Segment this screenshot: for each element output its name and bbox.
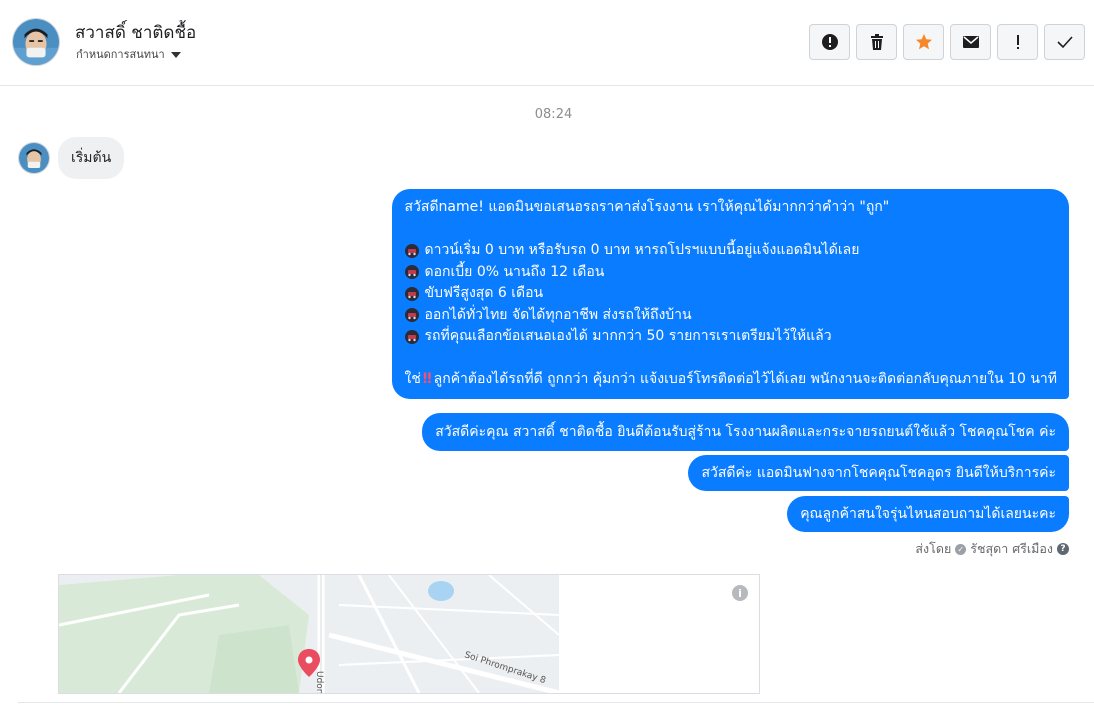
message-line: ขับฟรีสูงสุด 6 เดือน bbox=[404, 283, 1057, 305]
location-map-card[interactable]: Soi Phromprakay 8 Udon i bbox=[58, 574, 760, 694]
message-line-text: ขับฟรีสูงสุด 6 เดือน bbox=[424, 285, 544, 301]
help-icon[interactable]: ? bbox=[1057, 543, 1069, 555]
sent-by-name[interactable]: รัชสุดา ศรีเมือง bbox=[970, 539, 1053, 559]
outgoing-message-row: สวัสดีค่ะ แอดมินฟางจากโชคคุณโชคอุดร ยินด… bbox=[688, 455, 1069, 491]
outgoing-message-group: สวัสดีname! แอดมินขอเสนอรถราคาส่งโรงงาน … bbox=[391, 189, 1069, 399]
alert-circle-icon bbox=[821, 34, 838, 50]
envelope-icon bbox=[962, 36, 979, 48]
outgoing-message-row: สวัสดีค่ะคุณ สวาสดิ์ ชาติดชื้อ ยินดีต้อน… bbox=[422, 413, 1069, 451]
message-line-text: ดอกเบี้ย 0% นานถึง 12 เดือน bbox=[424, 263, 605, 280]
message-line-text: ออกได้ทั่วไทย จัดได้ทุกอาชีพ ส่งรถให้ถึง… bbox=[424, 306, 692, 323]
sender-avatar bbox=[18, 142, 50, 174]
mark-unread-button[interactable] bbox=[950, 24, 991, 60]
message-line-blank bbox=[405, 348, 1057, 370]
message-timestamp: 08:24 bbox=[534, 107, 573, 122]
contact-name: สวาสดิ์ ชาติดชื้อ bbox=[75, 23, 197, 43]
trash-icon bbox=[870, 34, 883, 50]
user-avatar-icon bbox=[19, 143, 49, 173]
conversation-status-dropdown[interactable]: กำหนดการสนทนา bbox=[76, 45, 181, 63]
follow-up-button[interactable] bbox=[997, 24, 1038, 60]
mark-spam-button[interactable] bbox=[809, 24, 850, 60]
sent-by-row: ส่งโดย ✓ รัชสุดา ศรีเมือง ? bbox=[915, 539, 1069, 559]
sent-by-label: ส่งโดย bbox=[915, 541, 952, 556]
message-line-text: ดาวน์เริ่ม 0 บาท หรือรับรถ 0 บาท หารถโปร… bbox=[424, 242, 860, 258]
message-line: ออกได้ทั่วไทย จัดได้ทุกอาชีพ ส่งรถให้ถึง… bbox=[404, 305, 1057, 327]
double-exclamation-icon: ‼ bbox=[422, 371, 432, 387]
star-button[interactable] bbox=[903, 24, 944, 60]
car-emoji-icon bbox=[404, 286, 419, 301]
status-label: กำหนดการสนทนา bbox=[76, 48, 165, 61]
outgoing-message: สวัสดีค่ะคุณ สวาสดิ์ ชาติดชื้อ ยินดีต้อน… bbox=[422, 413, 1069, 451]
info-icon[interactable]: i bbox=[732, 585, 748, 601]
car-emoji-icon bbox=[404, 329, 419, 344]
message-line: รถที่คุณเลือกข้อเสนอเองได้ มากกว่า 50 รา… bbox=[404, 326, 1057, 348]
conversation-header: สวาสดิ์ ชาติดชื้อ กำหนดการสนทนา bbox=[0, 0, 1094, 86]
mark-done-button[interactable] bbox=[1044, 24, 1085, 60]
outgoing-message: คุณลูกค้าสนใจรุ่นไหนสอบถามได้เลยนะคะ bbox=[787, 496, 1069, 532]
message-line: สวัสดีname! แอดมินขอเสนอรถราคาส่งโรงงาน … bbox=[404, 199, 890, 215]
message-line: ดอกเบี้ย 0% นานถึง 12 เดือน bbox=[404, 262, 1057, 284]
map-image[interactable]: Soi Phromprakay 8 Udon bbox=[59, 575, 559, 693]
caret-down-icon bbox=[170, 51, 181, 58]
car-emoji-icon bbox=[404, 265, 419, 280]
outgoing-message-row: คุณลูกค้าสนใจรุ่นไหนสอบถามได้เลยนะคะ bbox=[787, 496, 1069, 532]
outgoing-message: สวัสดีname! แอดมินขอเสนอรถราคาส่งโรงงาน … bbox=[391, 189, 1069, 399]
message-line: ใช่ ‼ ลูกค้าต้องได้รถที่ดี ถูกกว่า คุ้มก… bbox=[405, 369, 1057, 391]
car-emoji-icon bbox=[404, 243, 419, 258]
message-line-text: ใช่ bbox=[404, 371, 421, 387]
user-avatar-icon bbox=[13, 19, 59, 65]
message-line-text: ลูกค้าต้องได้รถที่ดี ถูกกว่า คุ้มกว่า แจ… bbox=[433, 371, 1057, 387]
header-toolbar bbox=[809, 24, 1085, 60]
exclamation-icon bbox=[1016, 35, 1019, 49]
divider bbox=[18, 702, 1094, 703]
check-icon bbox=[1056, 36, 1073, 49]
message-line-text: รถที่คุณเลือกข้อเสนอเองได้ มากกว่า 50 รา… bbox=[424, 328, 832, 344]
message-line: ดาวน์เริ่ม 0 บาท หรือรับรถ 0 บาท หารถโปร… bbox=[404, 240, 1057, 262]
message-line-blank bbox=[405, 219, 1057, 241]
verified-check-icon: ✓ bbox=[955, 543, 967, 555]
outgoing-message: สวัสดีค่ะ แอดมินฟางจากโชคคุณโชคอุดร ยินด… bbox=[688, 455, 1069, 491]
contact-avatar[interactable] bbox=[12, 18, 60, 66]
car-emoji-icon bbox=[404, 308, 419, 323]
delete-button[interactable] bbox=[856, 24, 897, 60]
incoming-message: เริ่มต้น bbox=[58, 137, 125, 179]
map-street-label: Udon bbox=[314, 671, 324, 693]
star-icon bbox=[915, 34, 932, 50]
